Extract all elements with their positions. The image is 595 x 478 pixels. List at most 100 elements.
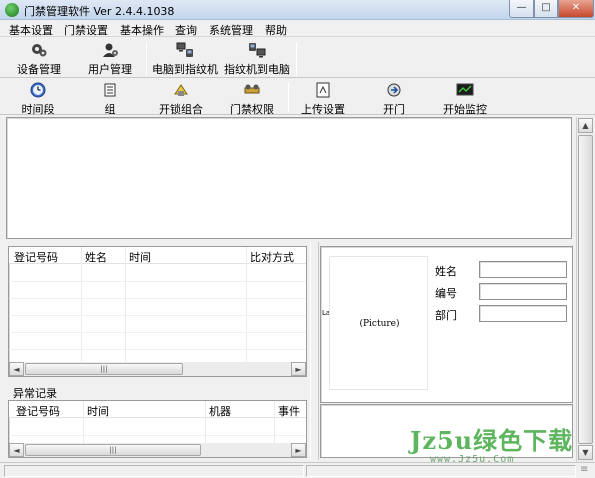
start-monitoring-label: 开始监控 (443, 103, 487, 116)
column-header-time[interactable]: 时间 (129, 249, 151, 265)
grid-row-line (9, 281, 306, 282)
user-management-label: 用户管理 (88, 63, 132, 76)
unlock-combination-label: 开锁组合 (159, 103, 203, 116)
access-rights-label: 门禁权限 (230, 103, 274, 116)
fingerprint-to-pc-label: 指纹机到电脑 (224, 63, 290, 76)
close-button[interactable]: ✕ (558, 0, 594, 18)
grid-divider (83, 401, 84, 443)
user-management-button[interactable]: 用户管理 (84, 42, 136, 77)
open-door-label: 开门 (383, 103, 405, 116)
panel-splitter[interactable] (310, 242, 319, 460)
status-cell (306, 465, 576, 477)
open-door-icon (387, 83, 401, 97)
group-label: 组 (104, 103, 116, 116)
records-grid-header: 登记号码 姓名 时间 比对方式 (9, 247, 306, 264)
grid-divider (246, 247, 247, 363)
fingerprint-to-pc-icon (249, 43, 266, 58)
department-label: 部门 (435, 309, 457, 322)
upload-settings-button[interactable]: 上传设置 (298, 82, 348, 117)
grid-row-line (9, 315, 306, 316)
column-header-registration-number[interactable]: 登记号码 (16, 403, 60, 419)
access-rights-icon (244, 84, 260, 94)
unlock-combo-icon (174, 84, 188, 96)
scroll-thumb[interactable]: ||| (25, 363, 183, 375)
scroll-thumb[interactable]: ||| (25, 444, 201, 456)
scroll-right-button[interactable]: ► (291, 443, 306, 457)
records-horizontal-scrollbar[interactable]: ◄ ||| ► (9, 362, 306, 376)
scroll-left-button[interactable]: ◄ (9, 362, 24, 376)
toolbar-separator (288, 82, 289, 112)
unlock-combination-button[interactable]: 开锁组合 (156, 82, 206, 117)
clock-icon (30, 82, 46, 98)
resize-grip-icon[interactable]: ≡ (580, 464, 588, 475)
column-header-match-method[interactable]: 比对方式 (250, 249, 294, 265)
user-photo: (Picture) (329, 256, 428, 390)
menu-basic-settings[interactable]: 基本设置 (9, 22, 53, 38)
picture-placeholder-text: (Picture) (359, 319, 400, 329)
department-field[interactable] (479, 305, 567, 322)
upload-settings-icon (316, 82, 330, 98)
maximize-button[interactable]: □ (534, 0, 558, 18)
toolbar-separator (146, 42, 147, 76)
column-header-machine[interactable]: 机器 (209, 403, 231, 419)
minimize-button[interactable]: — (509, 0, 534, 18)
start-monitoring-button[interactable]: 开始监控 (440, 82, 490, 117)
app-icon (5, 3, 19, 17)
pc-to-fingerprint-label: 电脑到指纹机 (152, 63, 218, 76)
grid-divider (125, 247, 126, 363)
column-header-event[interactable]: 事件 (278, 403, 300, 419)
vertical-scrollbar[interactable]: ▲ ▼ (576, 117, 593, 462)
column-header-name[interactable]: 姓名 (85, 249, 107, 265)
access-rights-button[interactable]: 门禁权限 (228, 82, 276, 117)
name-field[interactable] (479, 261, 567, 278)
menu-access-settings[interactable]: 门禁设置 (64, 22, 108, 38)
menu-basic-operations[interactable]: 基本操作 (120, 22, 164, 38)
scroll-right-button[interactable]: ► (291, 362, 306, 376)
exception-grid[interactable]: 登记号码 时间 机器 事件 ◄ ||| ► (8, 400, 307, 458)
grid-row-line (9, 298, 306, 299)
device-management-button[interactable]: 设备管理 (14, 42, 64, 77)
upload-settings-label: 上传设置 (301, 103, 345, 116)
toolbar-main: 设备管理 用户管理 电脑到指纹机 指纹机到电脑 (0, 38, 595, 78)
monitor-icon (456, 83, 474, 96)
scroll-left-button[interactable]: ◄ (9, 443, 24, 457)
exception-horizontal-scrollbar[interactable]: ◄ ||| ► (9, 443, 306, 457)
title-bar[interactable]: 门禁管理软件 Ver 2.4.4.1038 — □ ✕ (0, 0, 595, 20)
toolbar-access: 时间段 组 开锁组合 门禁权限 上传设置 开门 开始监控 (0, 79, 595, 117)
menu-query[interactable]: 查询 (175, 22, 197, 38)
window-title: 门禁管理软件 Ver 2.4.4.1038 (24, 5, 175, 18)
menu-bar: 基本设置 门禁设置 基本操作 查询 系统管理 帮助 (0, 20, 595, 37)
monitor-panel (6, 117, 572, 239)
exception-grid-header: 登记号码 时间 机器 事件 (9, 401, 306, 418)
open-door-button[interactable]: 开门 (376, 82, 412, 117)
watermark-logo: Jz5u绿色下载 (410, 426, 574, 455)
pc-to-fingerprint-icon (176, 42, 193, 57)
grid-divider (81, 247, 82, 363)
scroll-thumb[interactable] (578, 135, 593, 444)
group-icon (104, 83, 116, 97)
toolbar-separator (296, 42, 297, 76)
column-header-registration-number[interactable]: 登记号码 (14, 249, 58, 265)
scroll-down-button[interactable]: ▼ (578, 445, 593, 460)
scroll-up-button[interactable]: ▲ (578, 118, 593, 133)
name-label: 姓名 (435, 265, 457, 278)
time-period-button[interactable]: 时间段 (16, 82, 60, 117)
device-management-label: 设备管理 (17, 63, 61, 76)
column-header-time[interactable]: 时间 (87, 403, 109, 419)
status-cell (4, 465, 304, 477)
records-grid[interactable]: 登记号码 姓名 时间 比对方式 ◄ ||| ► (8, 246, 307, 377)
group-button[interactable]: 组 (92, 82, 128, 117)
pc-to-fingerprint-button[interactable]: 电脑到指纹机 (150, 42, 220, 77)
grid-divider (205, 401, 206, 443)
grid-divider (274, 401, 275, 443)
watermark-url: www.Jz5u.Com (430, 454, 515, 465)
time-period-label: 时间段 (21, 103, 55, 116)
menu-system-management[interactable]: 系统管理 (209, 22, 253, 38)
id-field[interactable] (479, 283, 567, 300)
user-gear-icon (103, 43, 118, 57)
id-label: 编号 (435, 287, 457, 300)
fingerprint-to-pc-button[interactable]: 指纹机到电脑 (222, 42, 292, 77)
grid-row-line (9, 349, 306, 350)
menu-help[interactable]: 帮助 (265, 22, 287, 38)
grid-row-line (9, 332, 306, 333)
